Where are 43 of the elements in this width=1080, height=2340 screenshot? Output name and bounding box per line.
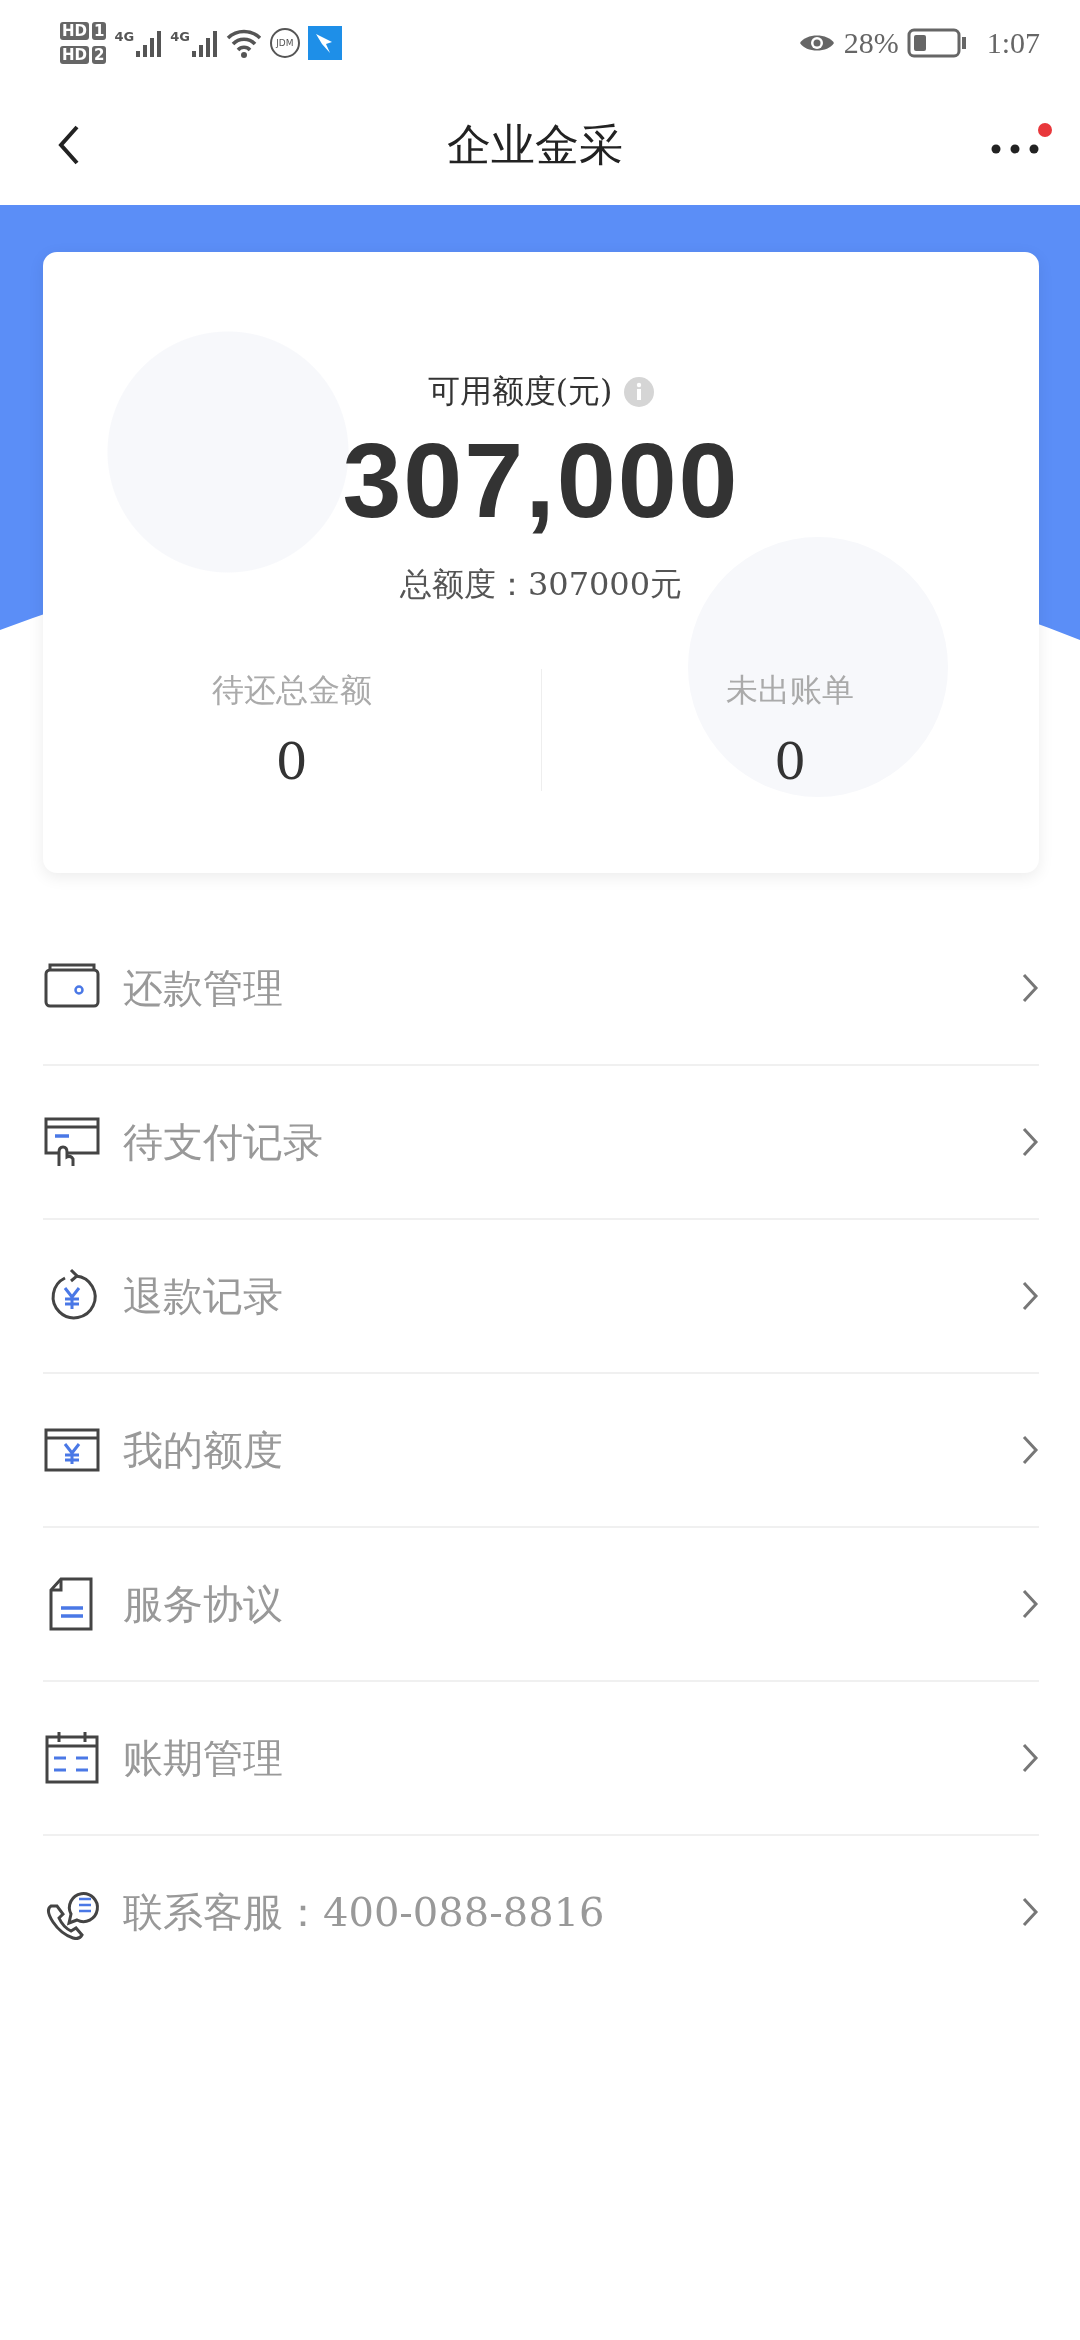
menu-label: 我的额度 [123,1425,284,1475]
stat-label: 未出账单 [726,670,855,711]
menu-item[interactable]: 联系客服：400-088-8816 [43,1836,1039,1988]
network-label: 4G [114,28,135,44]
more-icon [990,143,1040,155]
menu-label: 退款记录 [123,1271,284,1321]
menu-item[interactable]: 还款管理 [43,912,1039,1066]
network-label: 4G [170,28,190,44]
chevron-right-icon [1021,1896,1039,1928]
chevron-right-icon [1021,972,1039,1004]
menu-item[interactable]: 待支付记录 [43,1066,1039,1220]
total-credit: 总额度：307000元 [399,564,683,605]
stat-value: 0 [774,733,807,791]
chevron-right-icon [1021,1126,1039,1158]
wifi-icon [225,27,262,58]
chevron-right-icon [1021,1588,1039,1620]
chevron-right-icon [1021,1280,1039,1312]
available-credit-amount: 307,000 [342,420,740,541]
signal-icon [136,28,163,57]
chevron-right-icon [1021,1434,1039,1466]
menu-item[interactable]: 账期管理 [43,1682,1039,1836]
menu-item[interactable]: 服务协议 [43,1528,1039,1682]
menu-label: 还款管理 [123,963,284,1013]
calendar-icon [43,1730,101,1786]
page-title: 企业金采 [446,117,623,172]
signal-icon [191,28,218,57]
stat-value: 0 [275,733,308,791]
battery-percent: 28% [843,25,899,60]
menu-label: 待支付记录 [123,1117,324,1167]
menu-label: 服务协议 [123,1579,284,1629]
app-badge-icon: JDM [269,27,300,58]
sim-label: HD 1 [60,21,107,40]
menu-item[interactable]: 退款记录 [43,1220,1039,1374]
menu-label: 账期管理 [123,1733,284,1783]
available-credit-label: 可用额度(元) [427,371,613,412]
chevron-right-icon [1021,1742,1039,1774]
app-notification-icon [307,25,342,60]
battery-icon [906,27,967,58]
menu-label: 联系客服：400-088-8816 [123,1887,606,1937]
stat-label: 待还总金额 [211,670,372,711]
sim-label: HD 2 [60,45,107,64]
clock-time: 1:07 [986,25,1040,60]
menu-item[interactable]: 我的额度 [43,1374,1039,1528]
